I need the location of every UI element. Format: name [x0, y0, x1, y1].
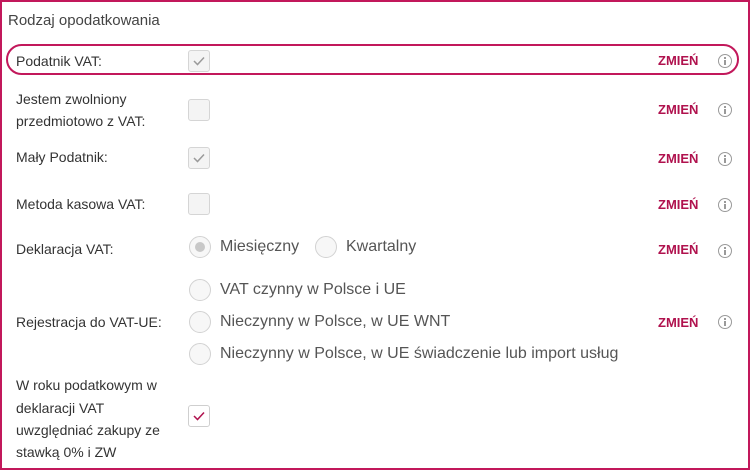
declaration-monthly-label: Miesięczny: [220, 238, 300, 255]
change-small-taxpayer-button[interactable]: ZMIEŃ: [658, 151, 698, 166]
change-vat-ue-button[interactable]: ZMIEŃ: [658, 315, 698, 330]
cash-method-label: Metoda kasowa VAT:: [16, 196, 146, 212]
vat-ue-option-label: VAT czynny w Polsce i UE: [220, 281, 406, 298]
section-title: Rodzaj opodatkowania: [8, 12, 160, 29]
declaration-monthly-radio[interactable]: [189, 236, 211, 258]
change-declaration-button[interactable]: ZMIEŃ: [658, 242, 698, 257]
info-icon[interactable]: [718, 54, 732, 68]
check-icon: [193, 56, 205, 66]
vat-ue-option-label: Nieczynny w Polsce, w UE świadczenie lub…: [220, 345, 619, 362]
small-taxpayer-label: Mały Podatnik:: [16, 149, 108, 165]
exempt-label-line1: Jestem zwolniony: [16, 91, 127, 107]
vat-ue-option-radio[interactable]: [189, 279, 211, 301]
zero-rate-label-line2: deklaracji VAT: [16, 400, 105, 416]
info-icon[interactable]: [718, 103, 732, 117]
vat-payer-checkbox[interactable]: [188, 50, 210, 72]
zero-rate-label-line4: stawką 0% i ZW: [16, 444, 117, 460]
exempt-label-line2: przedmiotowo z VAT:: [16, 113, 146, 129]
zero-rate-label-line3: uwzględniać zakupy ze: [16, 422, 160, 438]
info-icon[interactable]: [718, 152, 732, 166]
declaration-quarterly-radio[interactable]: [315, 236, 337, 258]
row-highlight: [6, 44, 739, 75]
vat-ue-label: Rejestracja do VAT-UE:: [16, 314, 162, 330]
declaration-label: Deklaracja VAT:: [16, 241, 114, 257]
zero-rate-checkbox[interactable]: [188, 405, 210, 427]
change-vat-payer-button[interactable]: ZMIEŃ: [658, 53, 698, 68]
zero-rate-label-line1: W roku podatkowym w: [16, 377, 157, 393]
declaration-quarterly-label: Kwartalny: [346, 238, 417, 255]
cash-method-checkbox[interactable]: [188, 193, 210, 215]
info-icon[interactable]: [718, 315, 732, 329]
vat-ue-option-radio[interactable]: [189, 311, 211, 333]
exempt-checkbox[interactable]: [188, 99, 210, 121]
check-icon: [193, 411, 205, 421]
check-icon: [193, 153, 205, 163]
vat-ue-option-label: Nieczynny w Polsce, w UE WNT: [220, 313, 451, 330]
vat-payer-label: Podatnik VAT:: [16, 53, 102, 69]
small-taxpayer-checkbox[interactable]: [188, 147, 210, 169]
change-exempt-button[interactable]: ZMIEŃ: [658, 102, 698, 117]
vat-ue-option-radio[interactable]: [189, 343, 211, 365]
info-icon[interactable]: [718, 198, 732, 212]
info-icon[interactable]: [718, 244, 732, 258]
change-cash-method-button[interactable]: ZMIEŃ: [658, 197, 698, 212]
